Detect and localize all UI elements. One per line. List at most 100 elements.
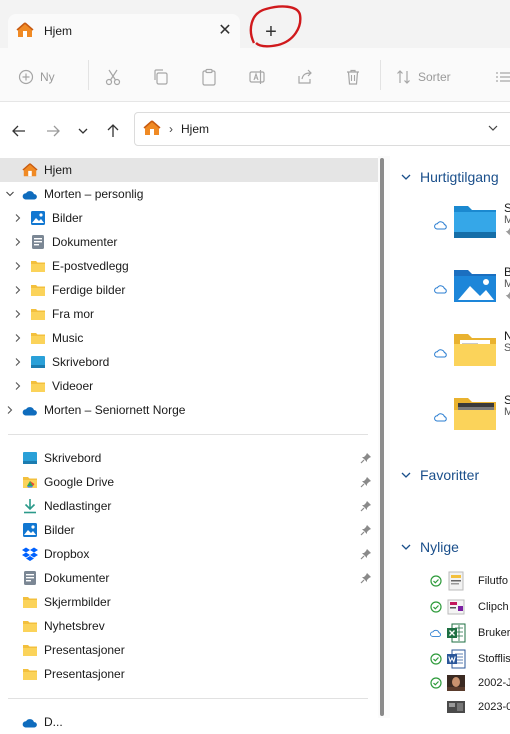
recent-file-row[interactable]: Bruker [426, 622, 510, 644]
chevron-down-icon [401, 544, 411, 550]
file-thumbnail-icon [448, 571, 464, 591]
sidebar-item-dokumenter[interactable]: Dokumenter [0, 230, 378, 254]
chevron-right-icon[interactable] [12, 308, 24, 320]
pin-icon[interactable] [360, 524, 372, 536]
tab-home[interactable]: Hjem ✕ [8, 14, 240, 48]
quick-access-header[interactable]: Hurtigtilgang [400, 166, 499, 188]
quick-access-item[interactable]: S M [504, 394, 510, 418]
copy-icon [154, 69, 168, 85]
pin-icon[interactable] [360, 452, 372, 464]
sidebar-item-skrivebord[interactable]: Skrivebord [0, 350, 378, 374]
recent-file-row[interactable]: 2002-J [426, 672, 510, 694]
recent-file-row[interactable]: Filutfo [426, 570, 510, 592]
sidebar-item-dropbox[interactable]: Dropbox [0, 542, 378, 566]
pin-icon[interactable] [360, 548, 372, 560]
item-location: M [504, 214, 510, 226]
desktop-folder-icon [31, 356, 45, 368]
recent-file-name: 2023-0 [478, 701, 510, 713]
desktop-folder-icon[interactable] [452, 202, 498, 242]
cloud-icon [22, 719, 37, 728]
chevron-right-icon[interactable] [12, 260, 24, 272]
chevron-right-icon[interactable] [12, 332, 24, 344]
sidebar-item-label: Nedlastinger [44, 499, 112, 513]
forward-button[interactable] [42, 120, 64, 142]
recent-file-row[interactable]: Stofflis [426, 648, 510, 670]
section-title: Favoritter [420, 467, 480, 483]
sidebar-item-skjermbilder[interactable]: Skjermbilder [0, 590, 378, 614]
pictures-folder-icon[interactable] [452, 266, 498, 306]
new-tab-button[interactable]: + [258, 20, 284, 46]
sidebar-item-nyhetsbrev[interactable]: Nyhetsbrev [0, 614, 378, 638]
favorites-header[interactable]: Favoritter [400, 464, 479, 486]
recent-locations-button[interactable] [72, 120, 94, 142]
delete-button[interactable] [344, 66, 362, 88]
paste-button[interactable] [200, 66, 218, 88]
download-icon [24, 499, 36, 514]
sidebar-item-label: Dropbox [44, 547, 90, 561]
recent-file-row[interactable]: 2023-0 [426, 696, 510, 718]
sidebar-item-presentasjoner[interactable]: Presentasjoner [0, 638, 378, 662]
photo-thumbnail-icon [447, 701, 465, 713]
chevron-right-icon[interactable] [12, 356, 24, 368]
section-title: Nylige [420, 539, 459, 555]
sidebar-item-fra-mor[interactable]: Fra mor [0, 302, 378, 326]
item-location: S [504, 342, 510, 354]
up-button[interactable] [102, 120, 124, 142]
cloud-icon [22, 191, 37, 200]
sidebar-item-label: Skrivebord [52, 355, 110, 369]
quick-access-item[interactable]: S M [504, 202, 510, 240]
sidebar-item-skrivebord-pinned[interactable]: Skrivebord [0, 446, 378, 470]
chevron-right-icon[interactable] [12, 212, 24, 224]
sidebar-item-nedlastinger[interactable]: Nedlastinger [0, 494, 378, 518]
sidebar-item-onedrive-personal[interactable]: Morten – personlig [0, 182, 378, 206]
chevron-down-icon[interactable] [4, 188, 16, 200]
sidebar-item-bilder[interactable]: Bilder [0, 206, 378, 230]
folder-icon[interactable] [452, 394, 498, 434]
sidebar-item-home[interactable]: Hjem [0, 158, 378, 182]
sidebar-item-videoer[interactable]: Videoer [0, 374, 378, 398]
sidebar-item-google-drive[interactable]: Google Drive [0, 470, 378, 494]
check-circle-icon [430, 653, 442, 665]
cut-button[interactable] [104, 66, 122, 88]
address-dropdown-button[interactable] [487, 122, 499, 137]
quick-access-item[interactable]: N S [504, 330, 510, 354]
recent-header[interactable]: Nylige [400, 536, 459, 558]
sidebar-item-bilder-pinned[interactable]: Bilder [0, 518, 378, 542]
sidebar-item-dokumenter-pinned[interactable]: Dokumenter [0, 566, 378, 590]
sort-icon [397, 70, 410, 84]
navigation-pane: Hjem Morten – personlig Bilder Dokumente… [0, 156, 378, 729]
sidebar-item-label: Skjermbilder [44, 595, 111, 609]
sidebar-item-ferdige-bilder[interactable]: Ferdige bilder [0, 278, 378, 302]
sidebar-item-music[interactable]: Music [0, 326, 378, 350]
home-icon [16, 21, 34, 42]
new-button[interactable]: Ny [18, 66, 55, 88]
sidebar-scrollbar-thumb[interactable] [380, 158, 384, 716]
recent-file-row[interactable]: Clipch [426, 596, 510, 618]
pin-icon[interactable] [360, 500, 372, 512]
view-button[interactable] [494, 66, 510, 88]
back-button[interactable] [8, 120, 30, 142]
sidebar-item-e-postvedlegg[interactable]: E-postvedlegg [0, 254, 378, 278]
folder-icon [31, 285, 45, 296]
share-button[interactable] [296, 66, 314, 88]
copy-button[interactable] [152, 66, 170, 88]
rename-button[interactable] [248, 66, 266, 88]
pictures-folder-icon [23, 523, 37, 537]
sidebar-item-partial[interactable]: D... [0, 710, 378, 734]
folder-icon[interactable] [452, 330, 498, 370]
address-bar[interactable]: › Hjem [134, 112, 510, 146]
sidebar-item-onedrive-org[interactable]: Morten – Seniornett Norge [0, 398, 378, 422]
chevron-right-icon[interactable] [12, 284, 24, 296]
breadcrumb[interactable]: Hjem [181, 122, 209, 136]
chevron-right-icon[interactable] [12, 380, 24, 392]
recent-file-name: Stofflis [478, 653, 510, 665]
chevron-right-icon[interactable] [12, 236, 24, 248]
sidebar-item-presentasjoner-2[interactable]: Presentasjoner [0, 662, 378, 686]
chevron-right-icon[interactable] [4, 404, 16, 416]
sort-button[interactable]: Sorter [396, 66, 451, 88]
word-icon [447, 649, 466, 669]
close-icon[interactable]: ✕ [216, 22, 234, 40]
pin-icon[interactable] [360, 476, 372, 488]
quick-access-item[interactable]: B M [504, 266, 510, 304]
pin-icon[interactable] [360, 572, 372, 584]
